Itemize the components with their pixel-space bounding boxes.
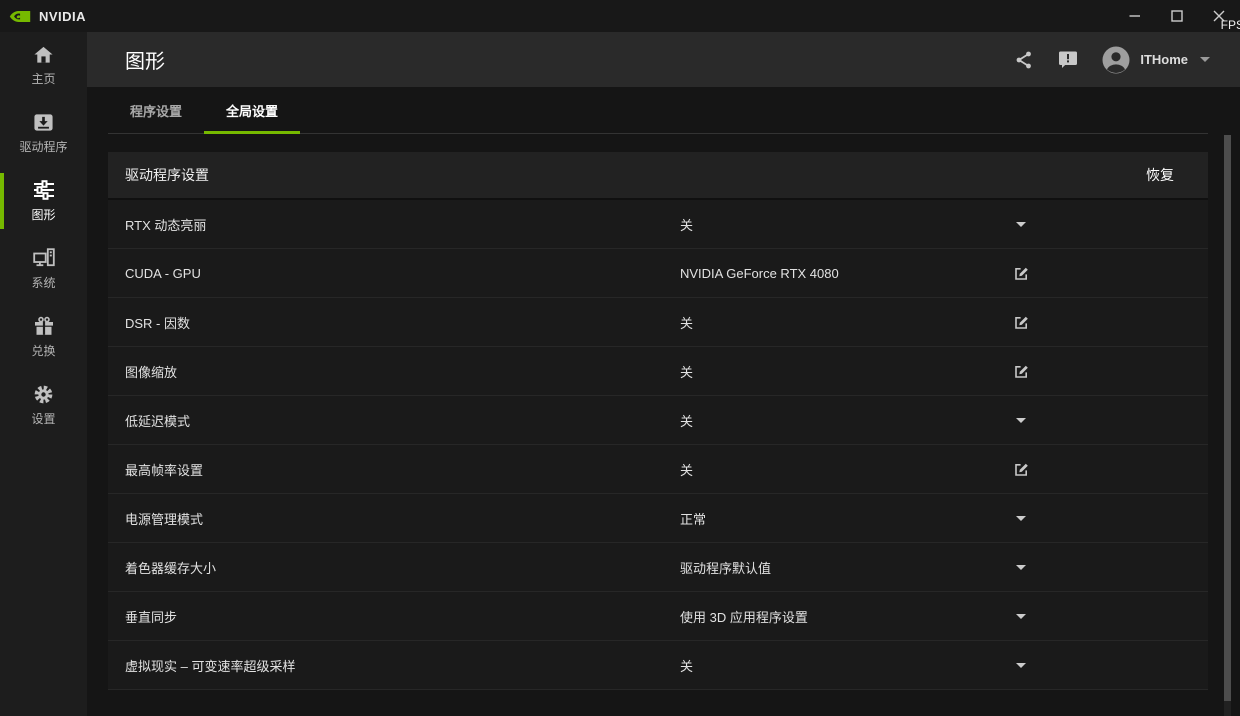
- page-header: 图形: [87, 32, 1240, 87]
- setting-control: [1004, 641, 1038, 690]
- setting-value: 正常: [680, 494, 706, 543]
- account-menu[interactable]: ITHome: [1102, 46, 1210, 74]
- setting-label: RTX 动态亮丽: [125, 200, 206, 249]
- sidebar-item-label: 兑换: [31, 342, 55, 359]
- system-icon: [33, 247, 55, 269]
- sidebar-item-label: 主页: [31, 70, 55, 87]
- home-icon: [33, 43, 54, 65]
- sidebar-item-redeem[interactable]: 兑换: [0, 306, 87, 368]
- setting-value: NVIDIA GeForce RTX 4080: [680, 249, 839, 298]
- setting-control: [1004, 592, 1038, 641]
- dropdown-caret-icon[interactable]: [1016, 516, 1026, 521]
- settings-row: 低延迟模式 关: [108, 396, 1208, 445]
- settings-rows: RTX 动态亮丽 关 CUDA - GPU NVIDIA GeForce RTX…: [108, 200, 1208, 690]
- feedback-icon[interactable]: [1058, 50, 1078, 69]
- sidebar-item-settings[interactable]: 设置: [0, 374, 87, 436]
- section-title: 驱动程序设置: [125, 165, 1146, 185]
- app-title: NVIDIA: [39, 9, 86, 24]
- sidebar-item-graphics[interactable]: 图形: [0, 170, 87, 232]
- setting-label: CUDA - GPU: [125, 249, 201, 298]
- active-indicator: [0, 173, 4, 229]
- settings-row: RTX 动态亮丽 关: [108, 200, 1208, 249]
- window-controls: [1122, 0, 1232, 32]
- setting-value: 使用 3D 应用程序设置: [680, 592, 808, 641]
- dropdown-caret-icon[interactable]: [1016, 222, 1026, 227]
- scrollbar-thumb[interactable]: [1224, 135, 1231, 701]
- setting-label: 虚拟现实 – 可变速率超级采样: [125, 641, 295, 690]
- settings-row: CUDA - GPU NVIDIA GeForce RTX 4080: [108, 249, 1208, 298]
- section-header: 驱动程序设置 恢复: [108, 152, 1208, 200]
- sidebar-item-home[interactable]: 主页: [0, 34, 87, 96]
- dropdown-caret-icon[interactable]: [1016, 614, 1026, 619]
- share-icon[interactable]: [1014, 50, 1034, 70]
- avatar: [1102, 46, 1130, 74]
- setting-label: DSR - 因数: [125, 298, 190, 347]
- edit-icon[interactable]: [1013, 461, 1030, 478]
- settings-row: 虚拟现实 – 可变速率超级采样 关: [108, 641, 1208, 690]
- sidebar-item-label: 驱动程序: [19, 138, 67, 155]
- vertical-scrollbar[interactable]: [1224, 135, 1231, 716]
- setting-label: 图像缩放: [125, 347, 177, 396]
- header-actions: ITHome: [1014, 32, 1210, 87]
- sliders-icon: [33, 179, 55, 201]
- setting-label: 垂直同步: [125, 592, 177, 641]
- download-icon: [33, 111, 54, 133]
- setting-value: 关: [680, 200, 693, 249]
- sidebar-item-drivers[interactable]: 驱动程序: [0, 102, 87, 164]
- settings-row: 最高帧率设置 关: [108, 445, 1208, 494]
- account-name: ITHome: [1140, 52, 1188, 67]
- minimize-button[interactable]: [1122, 3, 1148, 29]
- maximize-button[interactable]: [1164, 3, 1190, 29]
- gift-icon: [33, 315, 55, 337]
- edit-icon[interactable]: [1013, 314, 1030, 331]
- setting-label: 低延迟模式: [125, 396, 190, 445]
- setting-label: 最高帧率设置: [125, 445, 203, 494]
- setting-control: [1004, 249, 1038, 298]
- settings-row: 图像缩放 关: [108, 347, 1208, 396]
- setting-value: 关: [680, 641, 693, 690]
- gear-icon: [33, 383, 54, 405]
- nvidia-app-window: NVIDIA FPS 主页: [0, 0, 1240, 716]
- settings-row: DSR - 因数 关: [108, 298, 1208, 347]
- sidebar-item-label: 设置: [31, 410, 55, 427]
- sidebar-item-label: 图形: [31, 206, 55, 223]
- setting-value: 关: [680, 445, 693, 494]
- titlebar: NVIDIA: [0, 0, 1240, 32]
- setting-control: [1004, 347, 1038, 396]
- edit-icon[interactable]: [1013, 265, 1030, 282]
- setting-value: 关: [680, 396, 693, 445]
- tab-global-settings[interactable]: 全局设置: [204, 87, 300, 133]
- restore-button[interactable]: 恢复: [1146, 165, 1174, 185]
- setting-control: [1004, 200, 1038, 249]
- setting-control: [1004, 396, 1038, 445]
- dropdown-caret-icon[interactable]: [1016, 565, 1026, 570]
- sidebar-nav: 主页 驱动程序: [0, 32, 87, 716]
- setting-value: 关: [680, 298, 693, 347]
- driver-settings-panel: 驱动程序设置 恢复 RTX 动态亮丽 关 CUDA - GPU NVIDIA G…: [108, 152, 1208, 690]
- setting-control: [1004, 445, 1038, 494]
- nvidia-logo-icon: [9, 9, 31, 24]
- sidebar-item-system[interactable]: 系统: [0, 238, 87, 300]
- setting-value: 关: [680, 347, 693, 396]
- settings-row: 着色器缓存大小 驱动程序默认值: [108, 543, 1208, 592]
- setting-label: 电源管理模式: [125, 494, 203, 543]
- page-title: 图形: [125, 45, 165, 74]
- setting-control: [1004, 494, 1038, 543]
- setting-control: [1004, 543, 1038, 592]
- sidebar-item-label: 系统: [31, 274, 55, 291]
- settings-row: 垂直同步 使用 3D 应用程序设置: [108, 592, 1208, 641]
- tabstrip: 程序设置 全局设置: [108, 87, 1208, 134]
- fps-overlay-label: FPS: [1221, 18, 1240, 32]
- tab-program-settings[interactable]: 程序设置: [108, 87, 204, 133]
- dropdown-caret-icon[interactable]: [1016, 418, 1026, 423]
- chevron-down-icon: [1200, 57, 1210, 62]
- setting-value: 驱动程序默认值: [680, 543, 771, 592]
- setting-label: 着色器缓存大小: [125, 543, 216, 592]
- dropdown-caret-icon[interactable]: [1016, 663, 1026, 668]
- setting-control: [1004, 298, 1038, 347]
- settings-row: 电源管理模式 正常: [108, 494, 1208, 543]
- edit-icon[interactable]: [1013, 363, 1030, 380]
- main-area: 图形: [87, 32, 1240, 716]
